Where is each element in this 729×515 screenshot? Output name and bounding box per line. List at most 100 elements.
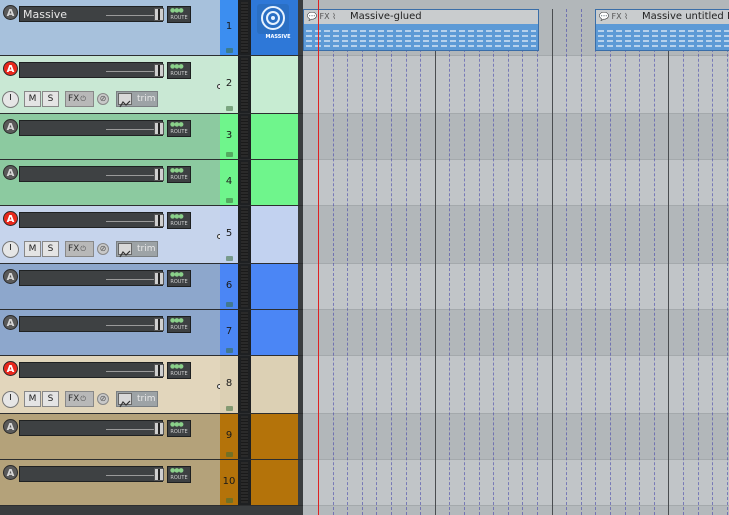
track-name-bar[interactable] bbox=[19, 362, 164, 378]
track-color-swatch[interactable]: MASSIVE bbox=[251, 0, 298, 55]
volume-knob[interactable] bbox=[2, 241, 19, 258]
track-name-bar[interactable] bbox=[19, 120, 164, 136]
track-name-bar[interactable] bbox=[19, 270, 164, 286]
arrange-view[interactable]: 0:00.0000:03.7500:07.5000:11.250 💬 FX ⌇M… bbox=[303, 0, 729, 515]
media-item-header[interactable]: 💬 FX ⌇ Massive untitled M bbox=[596, 10, 729, 24]
track-9[interactable]: A ●●● ROUTE 9 bbox=[0, 414, 303, 460]
volume-fader-knob[interactable] bbox=[154, 364, 164, 377]
track-color-swatch[interactable] bbox=[251, 414, 298, 459]
track-color-swatch[interactable] bbox=[251, 56, 298, 113]
mute-button[interactable]: M bbox=[24, 91, 41, 107]
track-panel[interactable]: A ●●● ROUTE bbox=[0, 414, 220, 459]
track-7[interactable]: A ●●● ROUTE 7 bbox=[0, 310, 303, 356]
route-button[interactable]: ●●● ROUTE bbox=[167, 212, 191, 229]
arrange-lane-6[interactable] bbox=[303, 264, 729, 310]
record-arm-button[interactable]: A bbox=[3, 465, 18, 480]
phase-invert-button[interactable]: ⊘ bbox=[97, 243, 109, 255]
track-name-bar[interactable] bbox=[19, 212, 164, 228]
solo-button[interactable]: S bbox=[42, 241, 59, 257]
track-8[interactable]: A ●●● ROUTE M S FX⏻ ⊘ trim 8 bbox=[0, 356, 303, 414]
volume-fader-knob[interactable] bbox=[154, 8, 164, 21]
arrange-lane-5[interactable] bbox=[303, 206, 729, 264]
record-arm-button[interactable]: A bbox=[3, 419, 18, 434]
track-color-swatch[interactable] bbox=[251, 356, 298, 413]
automation-mode-button[interactable]: trim bbox=[116, 241, 158, 258]
route-button[interactable]: ●●● ROUTE bbox=[167, 316, 191, 333]
media-item[interactable]: 💬 FX ⌇ Massive-glued bbox=[303, 9, 539, 51]
phase-invert-button[interactable]: ⊘ bbox=[97, 93, 109, 105]
fx-button[interactable]: FX⏻ bbox=[65, 391, 94, 407]
track-panel[interactable]: A ●●● ROUTE M S FX⏻ ⊘ trim bbox=[0, 356, 220, 413]
track-panel[interactable]: A ●●● ROUTE bbox=[0, 114, 220, 159]
track-panel[interactable]: A ●●● ROUTE bbox=[0, 310, 220, 355]
track-color-swatch[interactable] bbox=[251, 264, 298, 309]
route-button[interactable]: ●●● ROUTE bbox=[167, 362, 191, 379]
track-10[interactable]: A ●●● ROUTE 10 bbox=[0, 460, 303, 506]
phase-invert-button[interactable]: ⊘ bbox=[97, 393, 109, 405]
route-button[interactable]: ●●● ROUTE bbox=[167, 120, 191, 137]
record-arm-button[interactable]: A bbox=[3, 165, 18, 180]
track-number-cell[interactable]: 1 bbox=[220, 0, 238, 55]
volume-fader-knob[interactable] bbox=[154, 422, 164, 435]
massive-plugin-icon[interactable]: MASSIVE bbox=[256, 4, 290, 40]
volume-fader-knob[interactable] bbox=[154, 272, 164, 285]
volume-fader-knob[interactable] bbox=[154, 468, 164, 481]
volume-knob[interactable] bbox=[2, 91, 19, 108]
track-panel[interactable]: A ●●● ROUTE bbox=[0, 160, 220, 205]
record-arm-button[interactable]: A bbox=[3, 211, 18, 226]
automation-mode-button[interactable]: trim bbox=[116, 391, 158, 408]
route-button[interactable]: ●●● ROUTE bbox=[167, 6, 191, 23]
track-number-cell[interactable]: 9 bbox=[220, 414, 238, 459]
record-arm-button[interactable]: A bbox=[3, 61, 18, 76]
track-color-swatch[interactable] bbox=[251, 460, 298, 505]
arrange-lane-4[interactable] bbox=[303, 160, 729, 206]
track-6[interactable]: A ●●● ROUTE 6 bbox=[0, 264, 303, 310]
volume-fader-knob[interactable] bbox=[154, 214, 164, 227]
track-4[interactable]: A ●●● ROUTE 4 bbox=[0, 160, 303, 206]
media-item[interactable]: 💬 FX ⌇ Massive untitled M bbox=[595, 9, 729, 51]
track-panel[interactable]: A Massive ●●● ROUTE bbox=[0, 0, 220, 55]
track-color-swatch[interactable] bbox=[251, 114, 298, 159]
track-name[interactable]: Massive bbox=[23, 7, 67, 22]
track-number-cell[interactable]: 6 bbox=[220, 264, 238, 309]
track-number-cell[interactable]: 10 bbox=[220, 460, 238, 505]
track-name-bar[interactable] bbox=[19, 316, 164, 332]
automation-mode-button[interactable]: trim bbox=[116, 91, 158, 108]
track-3[interactable]: A ●●● ROUTE 3 bbox=[0, 114, 303, 160]
mute-button[interactable]: M bbox=[24, 241, 41, 257]
arrange-lane-7[interactable] bbox=[303, 310, 729, 356]
media-item-header[interactable]: 💬 FX ⌇ Massive-glued bbox=[304, 10, 538, 24]
track-color-swatch[interactable] bbox=[251, 206, 298, 263]
solo-button[interactable]: S bbox=[42, 391, 59, 407]
arrange-lane-8[interactable] bbox=[303, 356, 729, 414]
track-panel[interactable]: A ●●● ROUTE bbox=[0, 460, 220, 505]
fx-button[interactable]: FX⏻ bbox=[65, 91, 94, 107]
route-button[interactable]: ●●● ROUTE bbox=[167, 62, 191, 79]
record-arm-button[interactable]: A bbox=[3, 119, 18, 134]
record-arm-button[interactable]: A bbox=[3, 269, 18, 284]
volume-fader-knob[interactable] bbox=[154, 318, 164, 331]
record-arm-button[interactable]: A bbox=[3, 5, 18, 20]
fx-button[interactable]: FX⏻ bbox=[65, 241, 94, 257]
volume-fader-knob[interactable] bbox=[154, 168, 164, 181]
track-1[interactable]: A Massive ●●● ROUTE 1 MASSIVE bbox=[0, 0, 303, 56]
track-number-cell[interactable]: 5 bbox=[220, 206, 238, 263]
track-number-cell[interactable]: 7 bbox=[220, 310, 238, 355]
route-button[interactable]: ●●● ROUTE bbox=[167, 166, 191, 183]
track-2[interactable]: A ●●● ROUTE M S FX⏻ ⊘ trim 2 bbox=[0, 56, 303, 114]
track-color-swatch[interactable] bbox=[251, 160, 298, 205]
track-name-bar[interactable] bbox=[19, 62, 164, 78]
track-number-cell[interactable]: 2 bbox=[220, 56, 238, 113]
track-name-bar[interactable] bbox=[19, 420, 164, 436]
track-panel[interactable]: A ●●● ROUTE M S FX⏻ ⊘ trim bbox=[0, 206, 220, 263]
arrange-lane-3[interactable] bbox=[303, 114, 729, 160]
volume-fader-knob[interactable] bbox=[154, 64, 164, 77]
volume-knob[interactable] bbox=[2, 391, 19, 408]
track-number-cell[interactable]: 3 bbox=[220, 114, 238, 159]
record-arm-button[interactable]: A bbox=[3, 361, 18, 376]
track-name-bar[interactable] bbox=[19, 166, 164, 182]
track-number-cell[interactable]: 8 bbox=[220, 356, 238, 413]
arrange-lane-9[interactable] bbox=[303, 414, 729, 460]
track-panel[interactable]: A ●●● ROUTE M S FX⏻ ⊘ trim bbox=[0, 56, 220, 113]
record-arm-button[interactable]: A bbox=[3, 315, 18, 330]
